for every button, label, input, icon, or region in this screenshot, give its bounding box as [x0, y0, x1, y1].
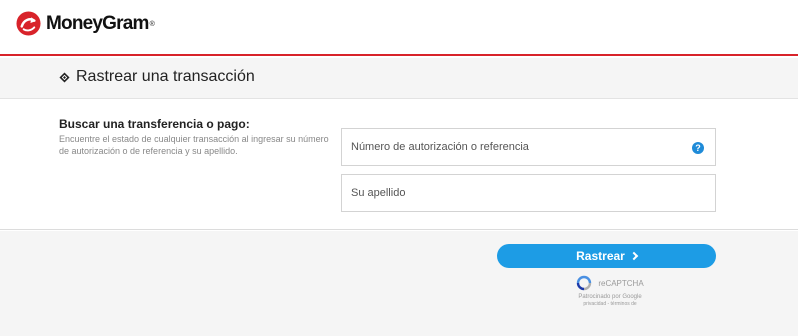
track-button-label: Rastrear — [576, 249, 625, 263]
recaptcha-label: reCAPTCHA — [598, 278, 644, 288]
recaptcha-icon — [577, 275, 592, 291]
diamond-icon — [59, 72, 70, 83]
authorization-number-field: ? — [341, 128, 716, 166]
last-name-field — [341, 174, 716, 212]
search-heading: Buscar una transferencia o pago: — [59, 117, 250, 131]
registered-mark: ® — [149, 20, 155, 28]
authorization-number-input[interactable] — [342, 129, 715, 165]
brand-name: MoneyGram® — [46, 12, 155, 34]
site-header: MoneyGram® — [0, 0, 798, 56]
question-circle-icon[interactable]: ? — [692, 142, 704, 154]
action-area: Rastrear reCAPTCHA Patrocinado por Googl… — [0, 231, 798, 336]
moneygram-logo[interactable]: MoneyGram® — [16, 11, 155, 36]
recaptcha-badge[interactable]: reCAPTCHA Patrocinado por Google privaci… — [565, 275, 655, 315]
search-description: Encuentre el estado de cualquier transac… — [59, 134, 329, 156]
page-title-bar: Rastrear una transacción — [0, 58, 798, 99]
recaptcha-links[interactable]: privacidad - términos de — [565, 301, 655, 307]
moneygram-arrow-logo-icon — [16, 11, 41, 36]
search-form: Buscar una transferencia o pago: Encuent… — [0, 100, 798, 230]
track-button[interactable]: Rastrear — [497, 244, 716, 268]
page-title: Rastrear una transacción — [76, 68, 255, 85]
recaptcha-sponsor: Patrocinado por Google — [578, 294, 642, 300]
last-name-input[interactable] — [342, 175, 715, 211]
chevron-right-icon — [629, 251, 639, 261]
